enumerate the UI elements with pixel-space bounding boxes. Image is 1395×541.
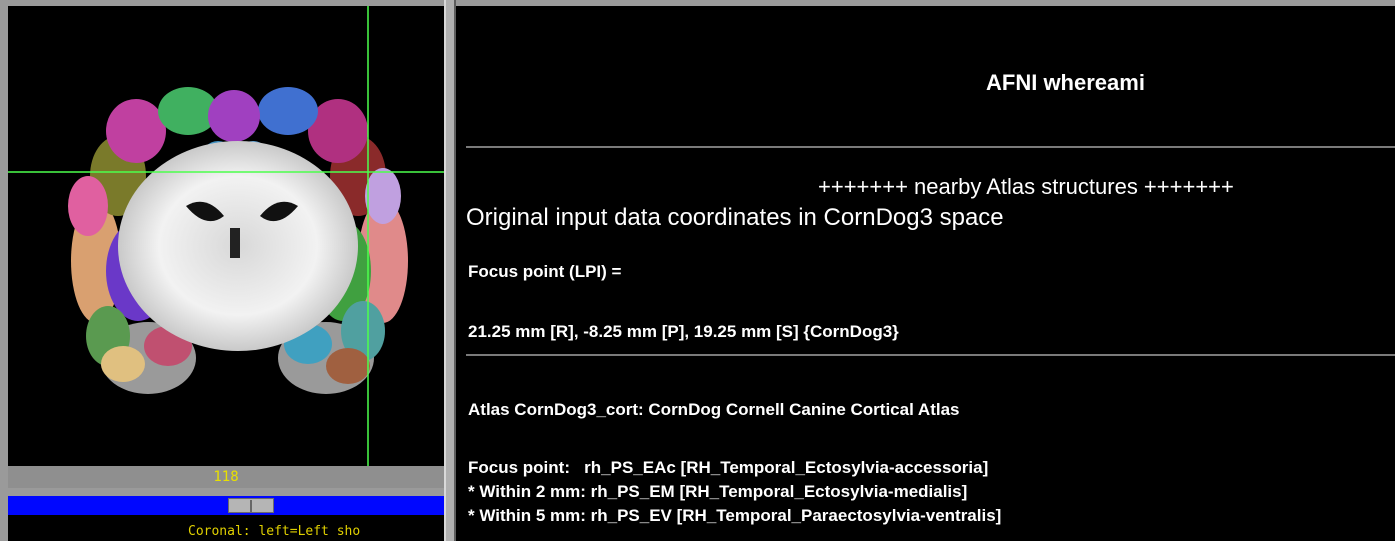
panel-title: AFNI whereami bbox=[986, 70, 1145, 95]
viewer-status-text: Coronal: left=Left sho bbox=[188, 524, 361, 539]
result-focus-point: Focus point: rh_PS_EAc [RH_Temporal_Ecto… bbox=[468, 458, 989, 477]
original-coords-text: Original input data coordinates in CornD… bbox=[466, 204, 1004, 231]
slice-number: 118 bbox=[213, 469, 239, 485]
brain-slice-image[interactable] bbox=[8, 6, 444, 466]
atlas-name: Atlas CornDog3_cort: CornDog Cornell Can… bbox=[468, 400, 960, 419]
focus-point-label: Focus point (LPI) = bbox=[468, 262, 622, 281]
image-viewer[interactable] bbox=[8, 6, 444, 466]
slice-slider-thumb[interactable] bbox=[228, 498, 274, 513]
focus-point-coords: 21.25 mm [R], -8.25 mm [P], 19.25 mm [S]… bbox=[468, 322, 899, 341]
panel-divider[interactable] bbox=[444, 0, 456, 541]
viewer-status-strip: Coronal: left=Left sho bbox=[8, 515, 444, 541]
whereami-panel: AFNI whereami +++++++ nearby Atlas struc… bbox=[456, 6, 1395, 541]
slice-slider[interactable] bbox=[8, 496, 444, 515]
result-within-2mm: * Within 2 mm: rh_PS_EM [RH_Temporal_Ect… bbox=[468, 482, 968, 501]
divider-rule bbox=[466, 146, 1395, 148]
nearby-heading: +++++++ nearby Atlas structures +++++++ bbox=[818, 174, 1234, 199]
slice-number-bar: 118 bbox=[8, 466, 444, 488]
result-within-5mm: * Within 5 mm: rh_PS_EV [RH_Temporal_Par… bbox=[468, 506, 1002, 525]
divider-rule bbox=[466, 354, 1395, 356]
